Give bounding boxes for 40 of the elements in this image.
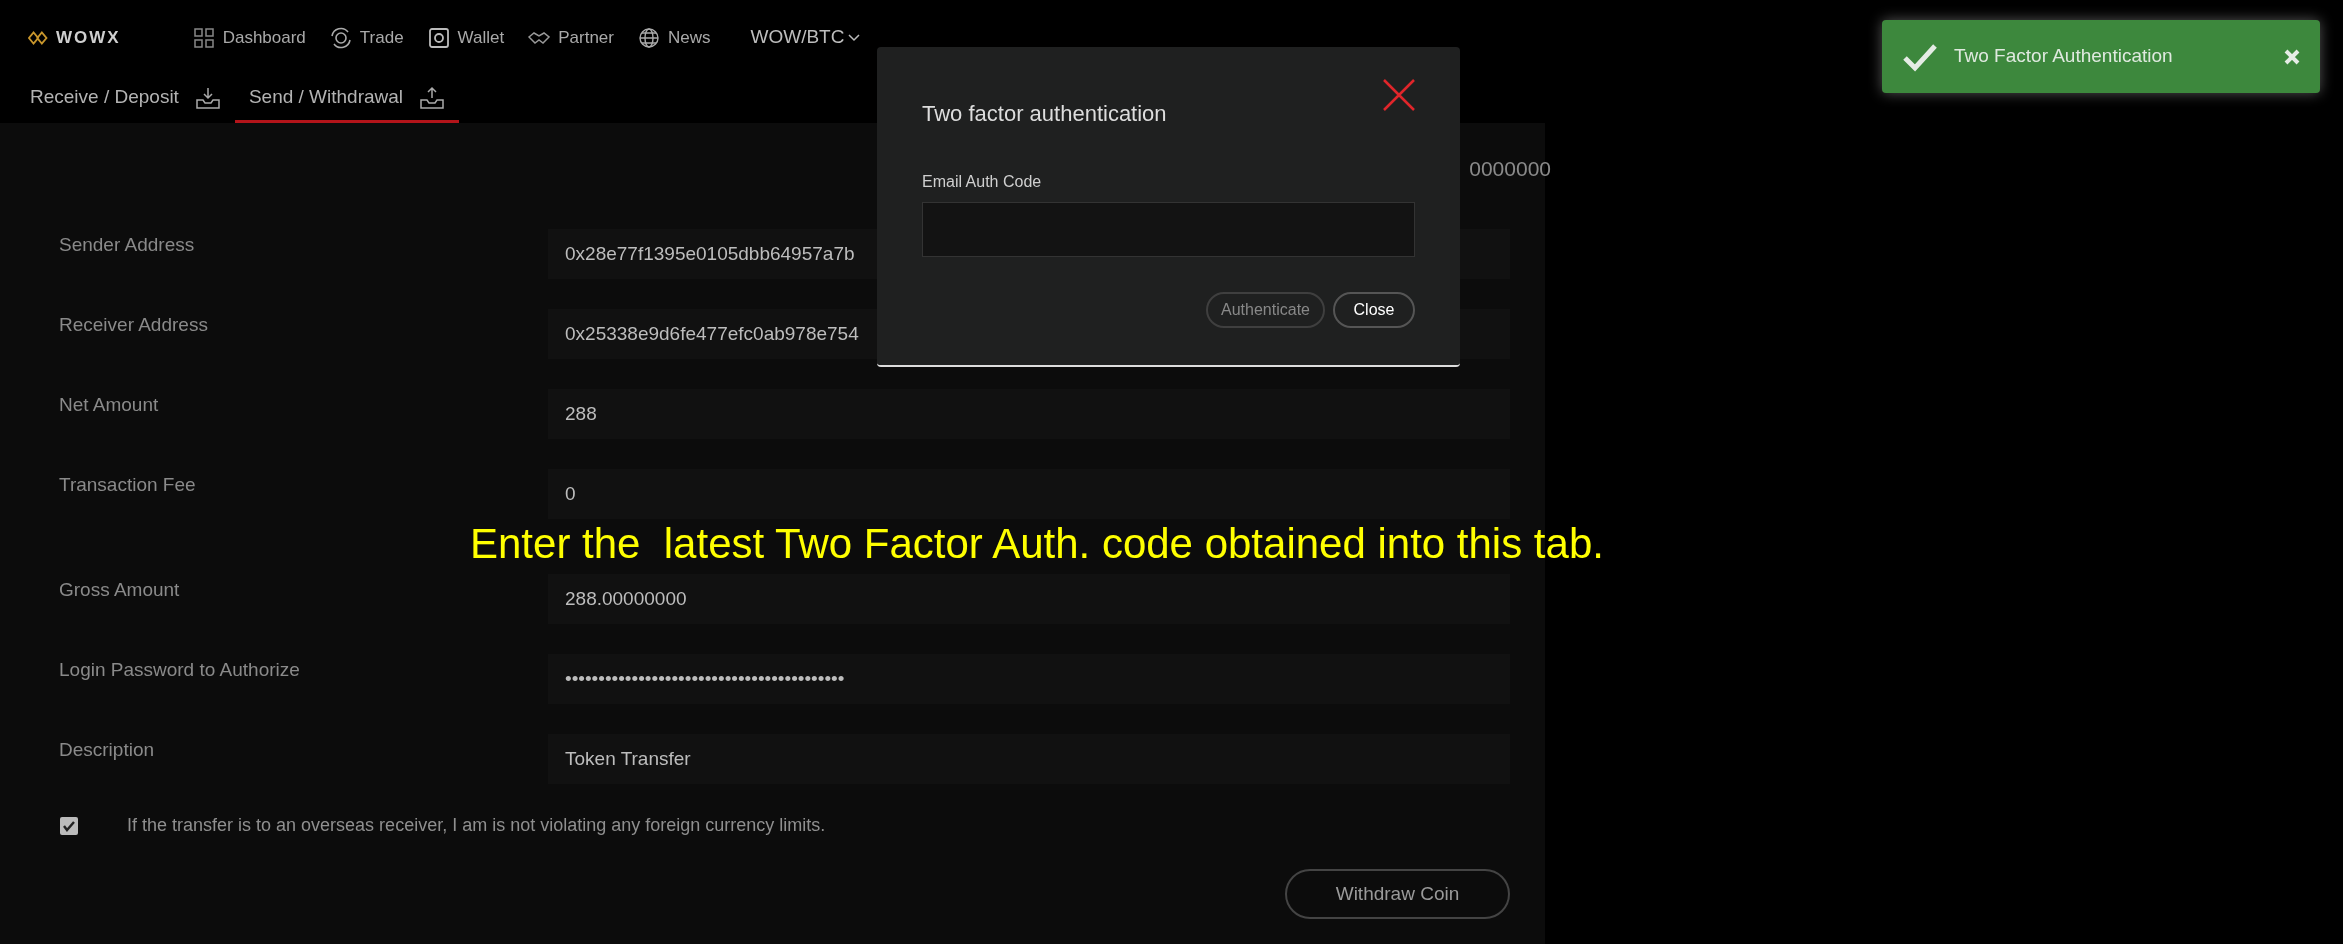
safe-icon [427, 26, 450, 49]
caption-text: Enter the latest Two Factor Auth. code obtained into this tab. [470, 521, 1604, 568]
grid-icon [192, 26, 215, 49]
balance-amount: 0000000 [1469, 156, 1551, 182]
close-button[interactable] [1382, 78, 1416, 112]
field-label: Login Password to Authorize [59, 658, 301, 682]
input-field[interactable]: 0 [548, 469, 1510, 519]
dialog-button[interactable]: Close [1333, 292, 1415, 328]
field-label: Net Amount [59, 393, 160, 417]
toast-message: Two Factor Authentication [1954, 44, 2174, 69]
input-field[interactable] [922, 202, 1415, 257]
checkbox[interactable] [59, 815, 79, 836]
dialog-title: Two factor authentication [922, 100, 1168, 128]
field-label: Gross Amount [59, 578, 181, 602]
pair-dropdown[interactable]: WOW/BTC [750, 23, 861, 52]
nav-link[interactable]: Trade [329, 24, 404, 51]
input-field[interactable]: 288.00000000 [548, 574, 1510, 624]
input-field[interactable]: •••••••••••••••••••••••••••••••••••••••••• [548, 654, 1510, 704]
nav-link[interactable]: Dashboard [192, 24, 306, 51]
field-label: Sender Address [59, 233, 196, 257]
download-tray-icon [194, 85, 221, 110]
caret-icon [848, 33, 861, 42]
field-label: Transaction Fee [59, 473, 197, 497]
exchange-icon [329, 26, 352, 49]
logo-text: WOWX [56, 26, 121, 49]
input-field[interactable]: Token Transfer [548, 734, 1510, 784]
withdraw-button[interactable]: Withdraw Coin [1285, 869, 1510, 919]
input-field[interactable]: 288 [548, 389, 1510, 439]
upload-tray-icon [419, 85, 446, 110]
tab[interactable]: Receive / Deposit [30, 75, 235, 123]
close-icon [1382, 78, 1416, 112]
nav-link[interactable]: News [637, 24, 711, 51]
field-label: Email Auth Code [922, 172, 1043, 192]
agreement-text: If the transfer is to an overseas receiver, I am is not violating any foreign currency limits. [127, 814, 826, 837]
field-label: Receiver Address [59, 313, 209, 337]
field-label: Description [59, 738, 156, 762]
nav-link[interactable]: Wallet [427, 24, 505, 51]
close-icon [2284, 48, 2300, 65]
globe-icon [637, 26, 660, 49]
nav-link[interactable]: Partner [528, 24, 614, 51]
